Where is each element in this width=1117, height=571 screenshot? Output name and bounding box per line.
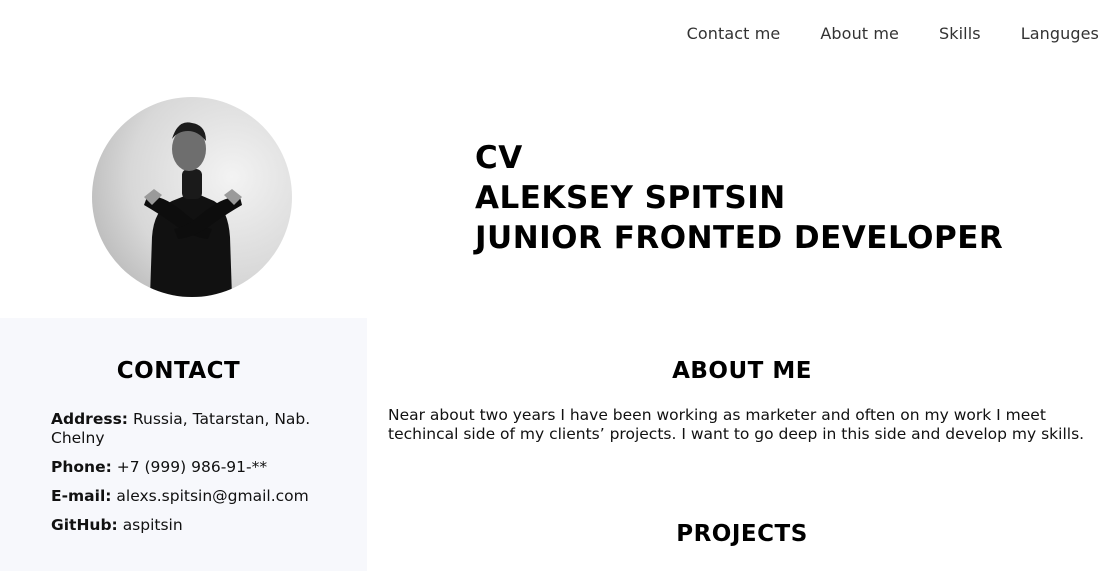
top-nav: Contact me About me Skills Languges — [687, 24, 1099, 43]
cv-title: CV ALEKSEY SPITSIN JUNIOR FRONTED DEVELO… — [475, 138, 1003, 258]
nav-link-contact[interactable]: Contact me — [687, 24, 781, 43]
contact-heading: CONTACT — [116, 358, 241, 384]
contact-address: Address: Russia, Tatarstan, Nab. Chelny — [51, 410, 331, 448]
cv-page: Contact me About me Skills Languges CV A… — [0, 0, 1117, 571]
about-text: Near about two years I have been working… — [388, 406, 1085, 443]
projects-heading: PROJECTS — [676, 521, 808, 547]
github-label: GitHub: — [51, 516, 118, 534]
github-value: aspitsin — [122, 516, 183, 534]
avatar-photo — [92, 97, 292, 297]
contact-email: E-mail: alexs.spitsin@gmail.com — [51, 487, 331, 506]
nav-link-about[interactable]: About me — [820, 24, 899, 43]
address-label: Address: — [51, 410, 128, 428]
contact-phone: Phone: +7 (999) 986-91-** — [51, 458, 331, 477]
person-name: ALEKSEY SPITSIN — [475, 180, 786, 216]
about-heading: ABOUT ME — [672, 358, 812, 384]
nav-link-languages[interactable]: Languges — [1021, 24, 1099, 43]
contact-list: Address: Russia, Tatarstan, Nab. Chelny … — [51, 410, 331, 545]
contact-github: GitHub: aspitsin — [51, 516, 331, 535]
contact-section: CONTACT Address: Russia, Tatarstan, Nab.… — [0, 318, 367, 571]
phone-value: +7 (999) 986-91-** — [116, 458, 268, 476]
job-title: JUNIOR FRONTED DEVELOPER — [475, 220, 1004, 256]
email-value: alexs.spitsin@gmail.com — [116, 487, 309, 505]
phone-label: Phone: — [51, 458, 112, 476]
person-silhouette-icon — [144, 122, 242, 297]
email-label: E-mail: — [51, 487, 112, 505]
nav-link-skills[interactable]: Skills — [939, 24, 981, 43]
cv-label: CV — [475, 140, 523, 176]
